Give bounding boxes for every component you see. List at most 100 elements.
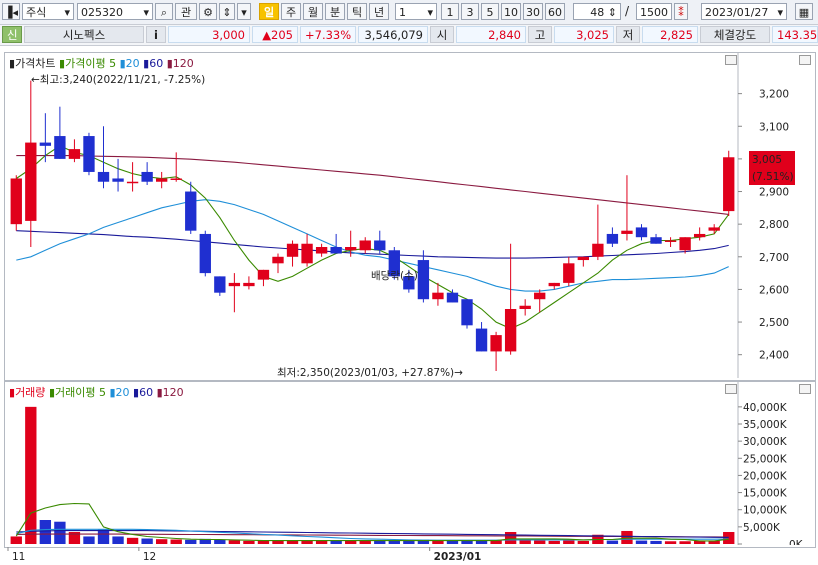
- legend-vma20-label: 20: [115, 386, 130, 399]
- panel-close-icon[interactable]: [799, 384, 811, 394]
- volume-bar: [83, 536, 95, 544]
- period-year-button[interactable]: 년: [369, 3, 389, 20]
- candle-body: [708, 227, 720, 231]
- high-price: 3,025: [554, 26, 614, 43]
- market-type-value: 주식: [26, 6, 47, 19]
- price-tick-label: 3,100: [759, 121, 789, 133]
- open-label: 시: [430, 26, 454, 43]
- high-label: 고: [528, 26, 552, 43]
- dropdown-icon[interactable]: ▾: [237, 3, 251, 20]
- panel-minimize-icon[interactable]: [725, 55, 737, 65]
- legend-vma60-label: 60: [139, 386, 154, 399]
- volume-bar: [243, 540, 255, 544]
- volume-legend: ▮거래량 ▮거래이평 5 ▮20 ▮60 ▮120: [9, 384, 184, 400]
- interval-60-button[interactable]: 60: [545, 3, 565, 20]
- volume-bar: [475, 540, 488, 544]
- date-value: 2023/01/27: [705, 6, 769, 19]
- candle-body: [257, 269, 270, 280]
- volume-tick-label: 35,000K: [743, 419, 788, 431]
- volume-tick-label: 30,000K: [743, 436, 788, 448]
- interval-10-button[interactable]: 10: [501, 3, 521, 20]
- candle-body: [10, 178, 22, 225]
- interval-5-button[interactable]: 5: [481, 3, 499, 20]
- candle-body: [461, 299, 473, 326]
- candle-body: [141, 171, 153, 182]
- candle-body: [359, 240, 371, 251]
- dividend-annotation: 배당락(수): [371, 270, 418, 282]
- legend-vma120-label: 120: [162, 386, 184, 399]
- legend-ma60-label: 60: [149, 57, 164, 70]
- period-tick-button[interactable]: 틱: [347, 3, 367, 20]
- candle-body: [272, 256, 284, 264]
- info-icon[interactable]: i: [146, 26, 166, 43]
- candle-body: [301, 243, 313, 264]
- candle-body: [228, 282, 241, 287]
- candle-body: [68, 149, 81, 159]
- candle-body: [286, 243, 299, 257]
- date-picker[interactable]: 2023/01/27 ▾: [701, 3, 787, 20]
- interval-1-button[interactable]: 1: [441, 3, 459, 20]
- candle-body: [315, 247, 328, 254]
- panel-close-icon[interactable]: [799, 55, 811, 65]
- volume-bar: [504, 532, 517, 544]
- candle-body: [126, 181, 139, 184]
- candle-body: [374, 240, 386, 251]
- candle-body: [243, 282, 255, 287]
- price-chart-panel: 3,2003,1003,0002,9002,8002,7002,6002,500…: [4, 52, 816, 381]
- candle-body: [54, 136, 66, 159]
- price-axis-area: [738, 53, 813, 378]
- stock-code-input[interactable]: 025320 ▾: [77, 3, 153, 20]
- candle-body: [693, 233, 706, 238]
- price-change-pct: +7.33%: [300, 26, 356, 43]
- panel-toggle-icon[interactable]: ▐◂: [2, 3, 20, 20]
- period-week-button[interactable]: 주: [281, 3, 301, 20]
- price-ma5-line: [15, 145, 730, 330]
- interval-3-button[interactable]: 3: [461, 3, 479, 20]
- legend-ma60: ▮60: [143, 57, 164, 70]
- settings-icon[interactable]: ⚙: [199, 3, 217, 20]
- candle-body: [490, 335, 502, 352]
- legend-vma60: ▮60: [133, 386, 154, 399]
- price-tick-label: 3,200: [759, 89, 789, 101]
- candle-body: [83, 136, 95, 172]
- interval-30-button[interactable]: 30: [523, 3, 543, 20]
- candle-body: [475, 328, 488, 352]
- panel-minimize-icon[interactable]: [725, 384, 737, 394]
- candle-body: [606, 233, 619, 244]
- candle-body: [39, 142, 52, 146]
- interval-select[interactable]: 1 ▾: [395, 3, 437, 20]
- trade-volume: 3,546,079: [358, 26, 428, 43]
- search-icon[interactable]: ⌕: [155, 3, 173, 20]
- legend-ma5: ▮가격이평 5: [59, 57, 117, 70]
- spin-icon[interactable]: ⇕: [219, 3, 235, 20]
- view-count-stepper[interactable]: 48 ⇕: [573, 3, 621, 20]
- period-day-button[interactable]: 일: [259, 3, 279, 20]
- candle-body: [723, 157, 735, 212]
- chevron-down-icon: ▾: [143, 6, 149, 19]
- candle-body: [97, 171, 110, 182]
- legend-vma20: ▮20: [109, 386, 130, 399]
- period-minute-button[interactable]: 분: [325, 3, 345, 20]
- candle-body: [577, 256, 590, 261]
- candle-body: [650, 237, 662, 244]
- candle-body: [345, 247, 357, 251]
- volume-bar: [359, 540, 371, 544]
- stepper-icon[interactable]: ⁑: [674, 3, 688, 20]
- legend-ma120-label: 120: [172, 57, 194, 70]
- interest-button[interactable]: 관: [175, 3, 197, 20]
- price-tick-label: 2,600: [759, 284, 789, 296]
- legend-ma5-label: 가격이평 5: [65, 57, 117, 70]
- volume-bar: [141, 538, 153, 544]
- volume-bar: [534, 540, 546, 544]
- open-price: 2,840: [456, 26, 526, 43]
- last-price-value: 3,005: [752, 154, 782, 166]
- total-count-input[interactable]: 1500: [636, 3, 672, 20]
- market-type-select[interactable]: 주식 ▾: [22, 3, 74, 20]
- candle-body: [417, 260, 430, 300]
- chart-settings-icon[interactable]: ▦: [795, 3, 813, 20]
- toolbar: ▐◂ 주식 ▾ 025320 ▾ ⌕ 관 ⚙ ⇕ ▾ 일 주 월 분 틱 년 1 ▾ …: [0, 0, 818, 25]
- candle-body: [563, 263, 575, 283]
- low-label: 저: [616, 26, 640, 43]
- period-month-button[interactable]: 월: [303, 3, 323, 20]
- quote-bar: 신 시노펙스 i 3,000 ▲205 +7.33% 3,546,079 시 2…: [0, 25, 818, 46]
